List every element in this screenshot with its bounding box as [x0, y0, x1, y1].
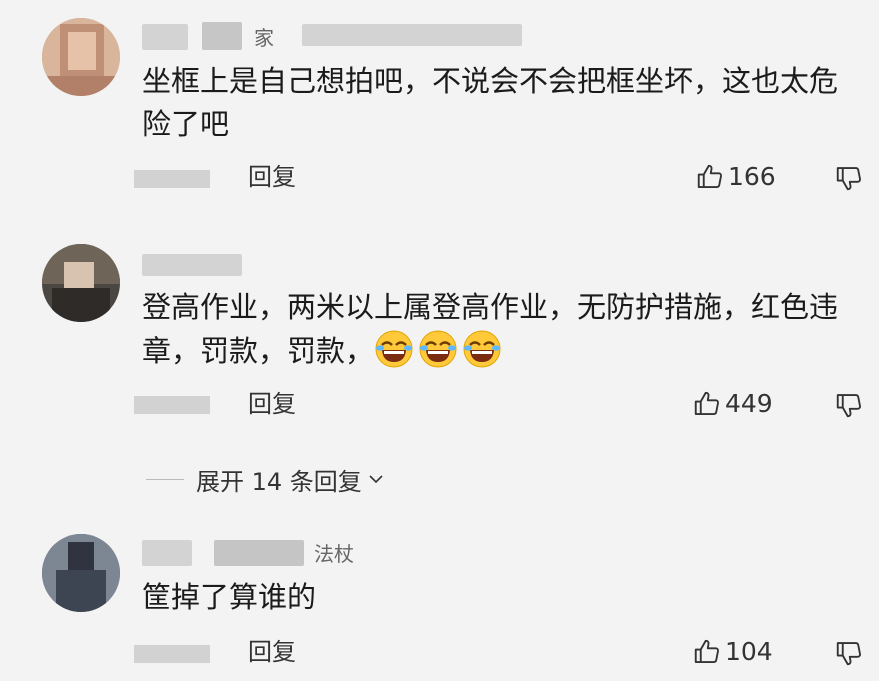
username[interactable]: 法杖: [142, 536, 402, 570]
username[interactable]: [142, 248, 262, 282]
like-count: 166: [728, 162, 776, 191]
avatar[interactable]: [42, 244, 120, 322]
reply-button[interactable]: 回复: [248, 162, 296, 192]
thumbs-down-icon[interactable]: [834, 163, 864, 193]
expand-replies-label[interactable]: 展开 14 条回复: [196, 462, 362, 497]
username-suffix: 法杖: [314, 542, 354, 566]
rofl-emoji-icon: [463, 330, 501, 368]
like-count: 449: [725, 389, 773, 418]
chevron-down-icon[interactable]: [366, 469, 386, 489]
comment-time: [134, 396, 210, 414]
divider: [146, 478, 184, 480]
rofl-emoji-icon: [375, 330, 413, 368]
thumbs-down-icon[interactable]: [834, 638, 864, 668]
thumbs-down-icon[interactable]: [834, 390, 864, 420]
rofl-emoji-icon: [419, 330, 457, 368]
comment-time: [134, 170, 210, 188]
reply-button[interactable]: 回复: [248, 389, 296, 419]
like-button[interactable]: 166: [695, 162, 776, 192]
expand-replies[interactable]: 展开 14 条回复: [146, 462, 386, 496]
comment-text: 坐框上是自己想拍吧，不说会不会把框坐坏，这也太危险了吧: [142, 64, 839, 141]
username[interactable]: 家: [142, 18, 522, 52]
thumbs-up-icon: [694, 391, 719, 415]
comment-time: [134, 645, 210, 663]
comments-page: 家 坐框上是自己想拍吧，不说会不会把框坐坏，这也太危险了吧 回复 166 登高作…: [0, 0, 879, 681]
reply-button[interactable]: 回复: [248, 637, 296, 667]
thumbs-up-icon: [697, 164, 722, 188]
like-count: 104: [725, 637, 773, 666]
avatar[interactable]: [42, 18, 120, 96]
username-suffix: 家: [254, 26, 274, 50]
comment-text: 筐掉了算谁的: [142, 580, 317, 614]
comment-text: 登高作业，两米以上属登高作业，无防护措施，红色违章，罚款，罚款，: [142, 286, 862, 373]
avatar[interactable]: [42, 534, 120, 612]
thumbs-up-icon: [694, 639, 719, 663]
like-button[interactable]: 104: [692, 637, 773, 667]
like-button[interactable]: 449: [692, 389, 773, 419]
